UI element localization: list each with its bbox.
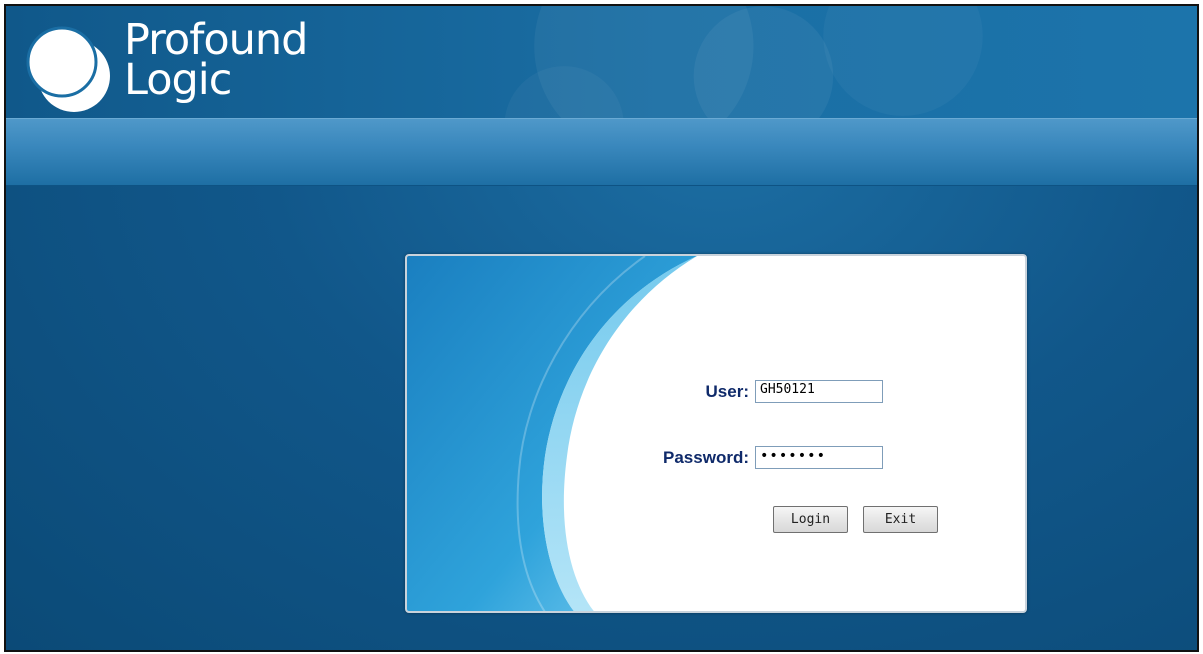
login-panel: User: GH50121 Password: ••••••• Login Ex… xyxy=(405,254,1027,613)
brand-line-1: Profound xyxy=(124,15,308,65)
profound-logic-logo: Profound Logic xyxy=(20,16,310,116)
user-label: User: xyxy=(705,381,749,401)
logo-circles-icon xyxy=(26,26,110,112)
app-window: Profound Logic User: GH50121 Password: •… xyxy=(4,4,1199,652)
brand-line-2: Logic xyxy=(124,55,232,105)
exit-button[interactable]: Exit xyxy=(863,506,938,533)
login-button[interactable]: Login xyxy=(773,506,848,533)
password-row: Password: ••••••• xyxy=(575,446,883,469)
user-row: User: GH50121 xyxy=(575,380,883,403)
password-input[interactable]: ••••••• xyxy=(755,446,883,469)
user-input[interactable]: GH50121 xyxy=(755,380,883,403)
panel-swoosh-graphic xyxy=(407,256,697,611)
password-label: Password: xyxy=(663,447,749,467)
nav-bar xyxy=(6,118,1197,186)
brand-name: Profound Logic xyxy=(124,15,308,105)
